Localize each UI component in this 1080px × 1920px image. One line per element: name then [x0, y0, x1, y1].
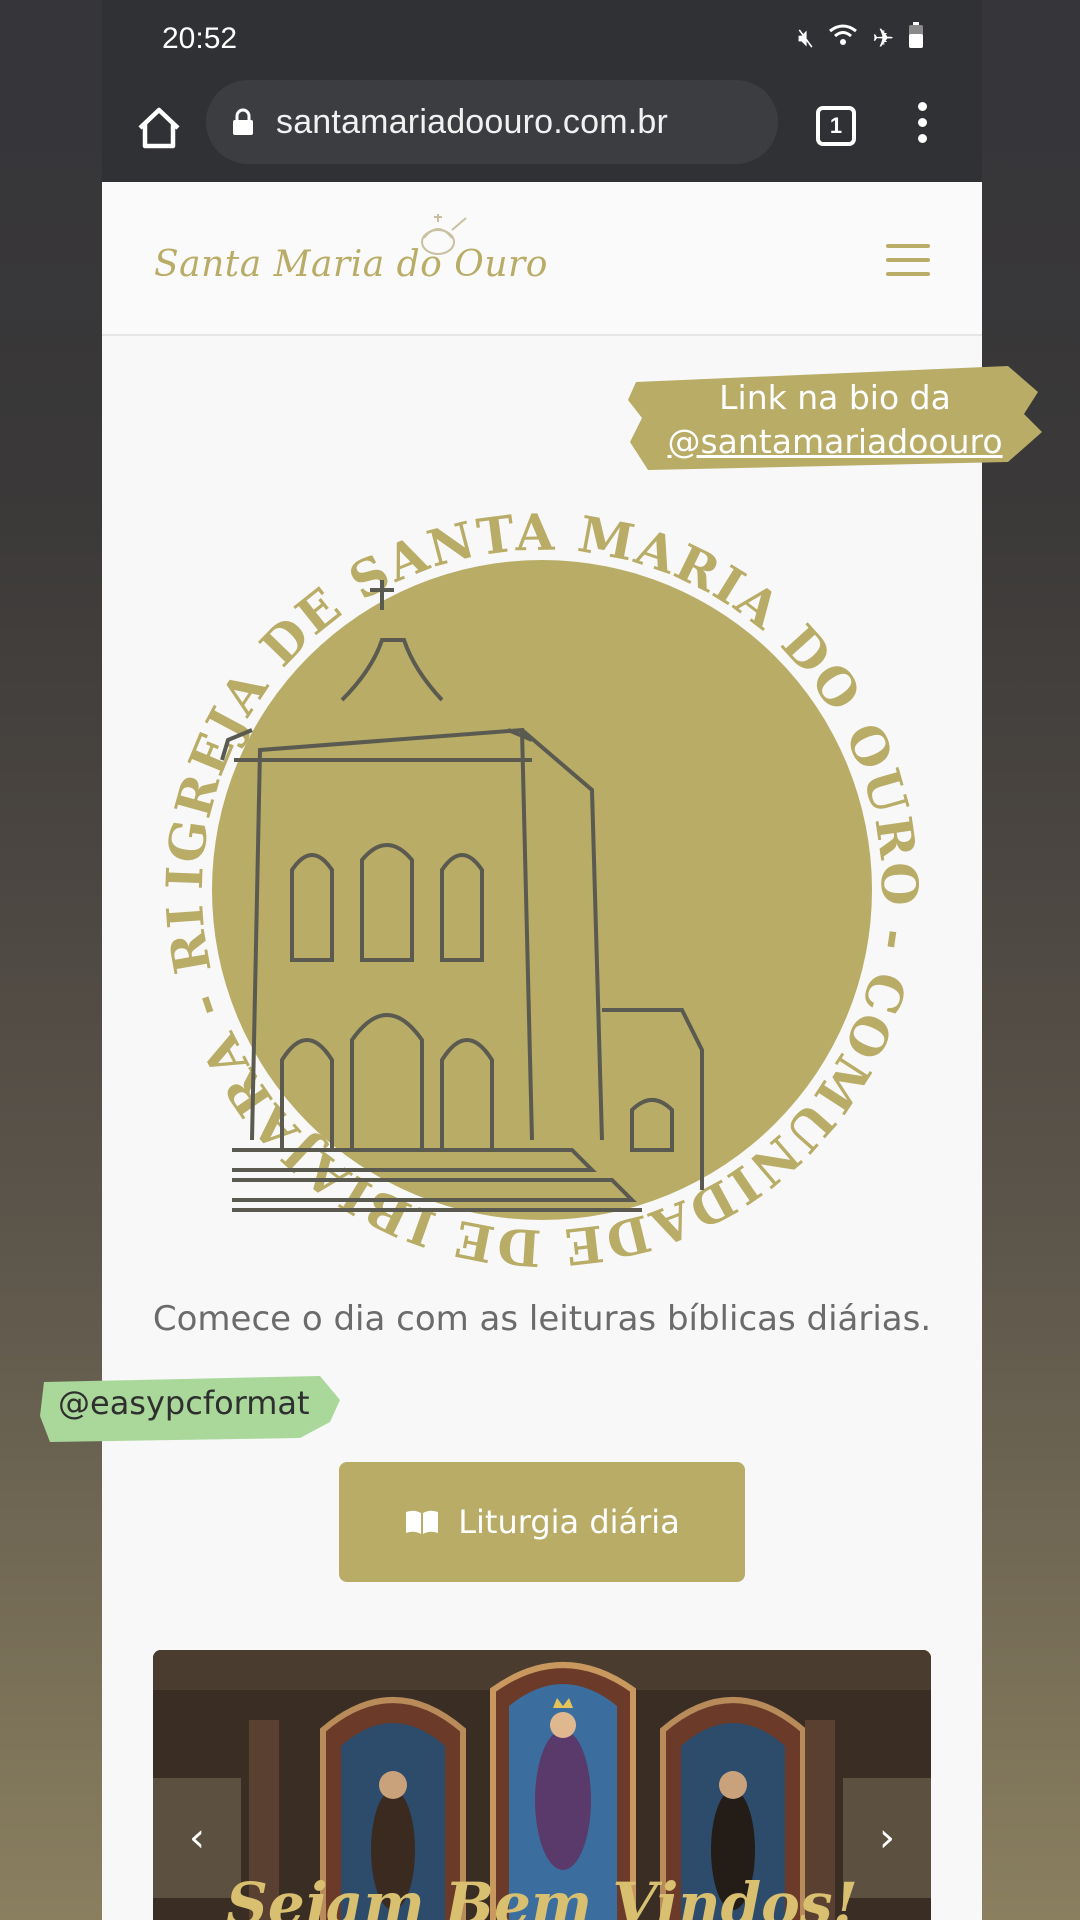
- carousel-caption: Sejam Bem Vindos!: [226, 1870, 858, 1920]
- lock-icon: [232, 108, 254, 136]
- crown-icon: [421, 214, 467, 255]
- home-icon: [138, 107, 180, 149]
- overlay-sticker-gold: Link na bio da @santamariadoouro: [628, 362, 1042, 472]
- battery-icon: [908, 22, 924, 55]
- status-icons: 🔇︎ ✈: [798, 22, 924, 55]
- status-time: 20:52: [162, 22, 238, 55]
- cta-label: Liturgia diária: [458, 1503, 680, 1541]
- home-button[interactable]: [130, 100, 188, 158]
- browser-toolbar: santamariadoouro.com.br 1: [102, 80, 982, 182]
- gold-sticker-line2: @santamariadoouro: [667, 422, 1003, 461]
- site-header: Santa Maria do Ouro: [102, 182, 982, 336]
- hamburger-menu-icon[interactable]: [886, 244, 930, 278]
- url-text: santamariadoouro.com.br: [276, 102, 669, 141]
- browser-menu-icon[interactable]: [912, 102, 932, 152]
- church-emblem: IGREJA DE SANTA MARIA DO OURO - COMUNIDA…: [142, 490, 927, 1278]
- tab-switcher-button[interactable]: 1: [816, 106, 856, 146]
- tagline: Comece o dia com as leituras bíblicas di…: [152, 1299, 932, 1339]
- wifi-icon: [828, 23, 858, 54]
- gold-sticker-line1: Link na bio da: [719, 378, 951, 417]
- status-bar: 20:52 🔇︎ ✈: [102, 0, 982, 80]
- hero-carousel[interactable]: ‹ › Sejam Bem Vindos!: [153, 1650, 931, 1920]
- address-bar[interactable]: santamariadoouro.com.br: [206, 80, 778, 164]
- site-logo[interactable]: Santa Maria do Ouro: [154, 244, 548, 285]
- liturgia-diaria-button[interactable]: Liturgia diária: [339, 1462, 745, 1582]
- green-sticker-text: @easypcformat: [58, 1384, 310, 1422]
- mute-icon: 🔇︎: [797, 23, 815, 53]
- book-icon: [406, 1510, 439, 1534]
- overlay-sticker-green: @easypcformat: [40, 1372, 340, 1442]
- airplane-icon: ✈: [872, 23, 894, 54]
